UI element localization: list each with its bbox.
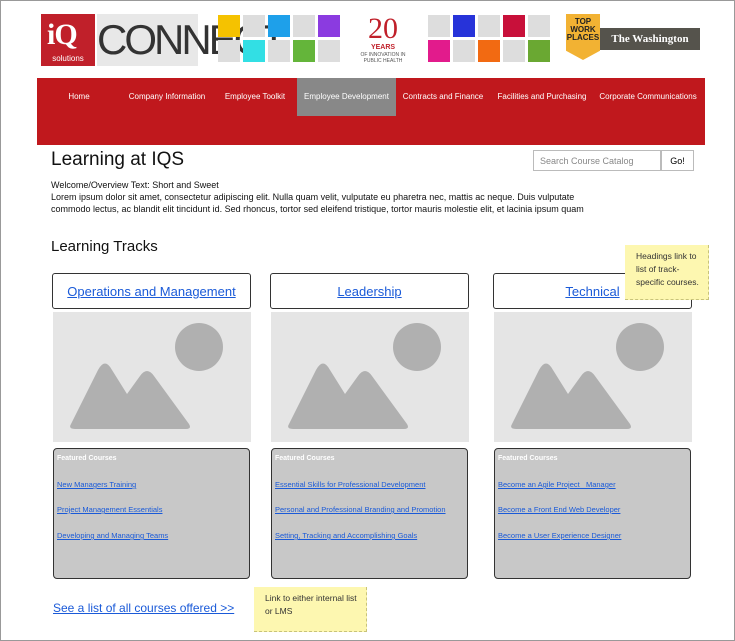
color-tile — [318, 15, 340, 37]
color-tile — [318, 40, 340, 62]
color-tile — [293, 40, 315, 62]
nav-employee-development[interactable]: Employee Development — [297, 78, 396, 116]
featured-courses-heading: Featured Courses — [275, 455, 335, 462]
color-tile — [503, 15, 525, 37]
course-link[interactable]: Personal and Professional Branding and P… — [275, 505, 446, 514]
color-tile — [528, 40, 550, 62]
color-tile — [453, 40, 475, 62]
connect-logo: CONNECT — [97, 14, 287, 66]
featured-courses-box: Featured Courses Become an Agile Project… — [494, 448, 691, 579]
course-link[interactable]: Become a User Experience Designer — [498, 531, 621, 540]
learning-tracks-heading: Learning Tracks — [51, 238, 158, 255]
nav-employee-toolkit[interactable]: Employee Toolkit — [217, 78, 293, 116]
featured-courses-heading: Featured Courses — [57, 455, 117, 462]
main-nav: Home Company Information Employee Toolki… — [37, 78, 705, 145]
track-heading-operations[interactable]: Operations and Management — [52, 273, 251, 309]
nav-contracts-and-finance[interactable]: Contracts and Finance — [399, 78, 487, 116]
annotation-note-link: Link to either internal list or LMS — [254, 587, 367, 632]
twenty-years-badge: 20 YEARS OF INNOVATION IN PUBLIC HEALTH — [360, 12, 406, 65]
nav-home[interactable]: Home — [49, 78, 109, 116]
color-tile — [428, 15, 450, 37]
nav-company-information[interactable]: Company Information — [121, 78, 213, 116]
annotation-note-headings: Headings link to list of track-specific … — [625, 245, 709, 300]
track-image-placeholder — [271, 312, 469, 442]
track-link-leadership[interactable]: Leadership — [337, 284, 401, 299]
color-tiles-right — [428, 15, 550, 62]
course-link[interactable]: Become a Front End Web Developer — [498, 505, 620, 514]
featured-courses-box: Featured Courses New Managers Training P… — [53, 448, 250, 579]
track-image-placeholder — [494, 312, 692, 442]
washington-post-logo: The Washington Post — [600, 28, 700, 67]
color-tiles-left — [218, 15, 340, 62]
featured-courses-heading: Featured Courses — [498, 455, 558, 462]
image-placeholder-icon — [288, 323, 441, 429]
search-go-button[interactable]: Go! — [661, 150, 694, 171]
color-tile — [268, 40, 290, 62]
color-tile — [243, 40, 265, 62]
image-placeholder-icon — [70, 323, 223, 429]
top-workplaces-badge: TOP WORK PLACES — [566, 14, 600, 60]
featured-courses-box: Featured Courses Essential Skills for Pr… — [271, 448, 468, 579]
track-link-operations[interactable]: Operations and Management — [67, 284, 235, 299]
color-tile — [218, 40, 240, 62]
course-link[interactable]: Setting, Tracking and Accomplishing Goal… — [275, 531, 417, 540]
course-link[interactable]: Essential Skills for Professional Develo… — [275, 480, 425, 489]
color-tile — [293, 15, 315, 37]
image-placeholder-icon — [511, 323, 664, 429]
course-link[interactable]: Become an Agile Project Manager — [498, 480, 616, 489]
color-tile — [478, 40, 500, 62]
course-link[interactable]: New Managers Training — [57, 480, 136, 489]
page-title: Learning at IQS — [51, 149, 185, 170]
color-tile — [218, 15, 240, 37]
color-tile — [268, 15, 290, 37]
all-courses-link[interactable]: See a list of all courses offered >> — [53, 601, 234, 615]
nav-facilities-and-purchasing[interactable]: Facilities and Purchasing — [492, 78, 592, 116]
course-link[interactable]: Developing and Managing Teams — [57, 531, 168, 540]
welcome-text: Welcome/Overview Text: Short and Sweet — [51, 180, 219, 190]
course-link[interactable]: Project Management Essentials — [57, 505, 162, 514]
track-heading-leadership[interactable]: Leadership — [270, 273, 469, 309]
track-image-placeholder — [53, 312, 251, 442]
color-tile — [243, 15, 265, 37]
color-tile — [503, 40, 525, 62]
color-tile — [528, 15, 550, 37]
search-course-catalog-input[interactable] — [533, 150, 661, 171]
nav-corporate-communications[interactable]: Corporate Communications — [595, 78, 701, 116]
track-link-technical[interactable]: Technical — [565, 284, 619, 299]
overview-paragraph: Lorem ipsum dolor sit amet, consectetur … — [51, 192, 584, 214]
color-tile — [453, 15, 475, 37]
color-tile — [428, 40, 450, 62]
color-tile — [478, 15, 500, 37]
iq-solutions-logo[interactable]: iQ solutions — [41, 14, 95, 66]
